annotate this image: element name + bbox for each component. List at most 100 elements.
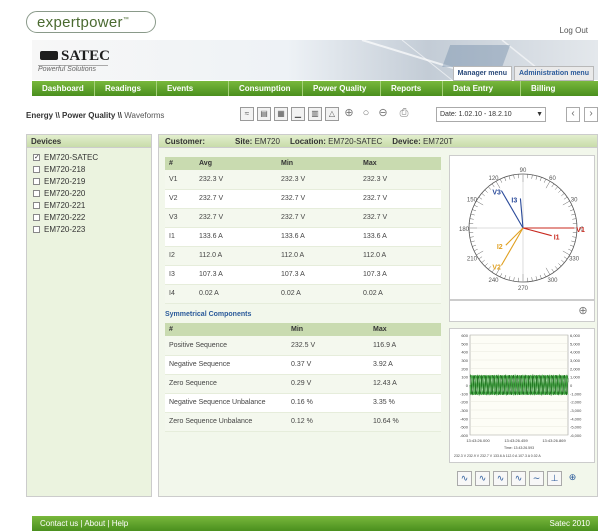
- device-label: EM720-220: [44, 189, 85, 198]
- col-header: Avg: [195, 157, 277, 170]
- table-cell: 116.9 A: [369, 336, 441, 355]
- waveform-time-label: Time: 13:43:26.593: [504, 446, 534, 450]
- waveform-sine-icon[interactable]: ∼: [529, 471, 544, 486]
- tab-manager-menu[interactable]: Manager menu: [453, 66, 512, 81]
- table-cell: 232.7 V: [277, 189, 359, 208]
- waveform-y2-tick: 3,000: [570, 358, 581, 363]
- waveform-v1-icon[interactable]: ∿: [457, 471, 472, 486]
- date-range-select[interactable]: Date: 1.02.10 - 18.2.10 ▼: [436, 107, 546, 122]
- nav-power-quality[interactable]: Power Quality: [302, 81, 380, 96]
- next-button[interactable]: ›: [584, 107, 598, 122]
- logout-link[interactable]: Log Out: [560, 26, 588, 35]
- checkbox[interactable]: [33, 190, 40, 197]
- previous-button[interactable]: ‹: [566, 107, 580, 122]
- table-cell: 107.3 A: [195, 265, 277, 284]
- waveform-axis-icon[interactable]: ⊥: [547, 471, 562, 486]
- company-name: SATEC: [61, 48, 110, 64]
- table-row: I2112.0 A112.0 A112.0 A: [165, 246, 441, 265]
- bar-chart-icon[interactable]: ▁: [291, 107, 305, 121]
- table-cell: 232.7 V: [359, 208, 441, 227]
- table-row: V2232.7 V232.7 V232.7 V: [165, 189, 441, 208]
- table-cell: 107.3 A: [277, 265, 359, 284]
- checkbox-checked[interactable]: ✓: [33, 154, 40, 161]
- phasor-angle-label: 30: [571, 198, 578, 204]
- waveform-view-icon[interactable]: ≈: [240, 107, 254, 121]
- phasor-vector-label: V3: [492, 190, 501, 197]
- table-cell: I2: [165, 246, 195, 265]
- nav-reports[interactable]: Reports: [380, 81, 442, 96]
- waveform-readout: 232.3 V 232.9 V 232.7 V 133.6 A 112.0 A …: [454, 454, 541, 458]
- checkbox[interactable]: [33, 202, 40, 209]
- phasor-zoom-icon[interactable]: ⊕: [576, 305, 590, 319]
- checkbox[interactable]: [33, 226, 40, 233]
- print-icon[interactable]: ⎙: [397, 107, 411, 121]
- table-cell: 0.02 A: [195, 284, 277, 303]
- footer-links[interactable]: Contact us | About | Help: [40, 519, 128, 528]
- waveform-y2-tick: -3,000: [570, 408, 582, 413]
- col-header: Min: [277, 157, 359, 170]
- phasor-diagram: 9060300330300270240210180150120V3I3V1I1V…: [449, 155, 595, 300]
- nav-events[interactable]: Events: [156, 81, 228, 96]
- breadcrumb-current: Waveforms: [124, 111, 164, 120]
- view-toolbar: ≈ ▤ ▦ ▁ ▥ △ ⊕ ○ ⊖ ⎙: [240, 107, 411, 121]
- phasor-angle-label: 270: [518, 286, 529, 292]
- waveform-v3-icon[interactable]: ∿: [493, 471, 508, 486]
- breadcrumb: Energy \\ Power Quality \\ Waveforms: [26, 111, 164, 120]
- waveform-zoom-icon[interactable]: ⊕: [565, 471, 580, 486]
- phasor-icon[interactable]: △: [325, 107, 339, 121]
- table-view-icon[interactable]: ▦: [274, 107, 288, 121]
- waveform-y2-tick: 0: [570, 383, 573, 388]
- device-item[interactable]: EM720-222: [27, 211, 151, 223]
- table-cell: I3: [165, 265, 195, 284]
- expertpower-logo: expertpower™: [26, 11, 156, 33]
- waveform-y-tick: 100: [461, 375, 468, 380]
- harmonics-view-icon[interactable]: ▤: [257, 107, 271, 121]
- phasor-vector-label: V2: [492, 264, 501, 271]
- device-info-bar: Customer: Site: EM720 Location: EM720-SA…: [159, 135, 597, 148]
- table-cell: 133.6 A: [359, 227, 441, 246]
- table-cell: 12.43 A: [369, 374, 441, 393]
- tab-administration-menu[interactable]: Administration menu: [514, 66, 594, 81]
- col-header: #: [165, 157, 195, 170]
- nav-data-entry[interactable]: Data Entry: [442, 81, 520, 96]
- device-item[interactable]: EM720-221: [27, 199, 151, 211]
- logo-text: expertpower: [37, 14, 123, 31]
- waveform-v2-icon[interactable]: ∿: [475, 471, 490, 486]
- nav-dashboard[interactable]: Dashboard: [32, 81, 94, 96]
- satec-mark-icon: [40, 51, 58, 60]
- zoom-out-icon[interactable]: ⊖: [376, 107, 390, 121]
- device-item[interactable]: EM720-219: [27, 175, 151, 187]
- waveform-toolbar: ∿ ∿ ∿ ∿ ∼ ⊥ ⊕: [457, 471, 580, 486]
- phasor-angle-label: 240: [488, 278, 499, 284]
- table-cell: [279, 355, 287, 374]
- table-cell: Zero Sequence Unbalance: [165, 412, 279, 431]
- checkbox[interactable]: [33, 166, 40, 173]
- device-item[interactable]: EM720-223: [27, 223, 151, 235]
- nav-readings[interactable]: Readings: [94, 81, 156, 96]
- checkbox[interactable]: [33, 214, 40, 221]
- zoom-in-icon[interactable]: ⊕: [342, 107, 356, 121]
- symmetrical-title: Symmetrical Components: [165, 311, 251, 318]
- nav-billing[interactable]: Billing: [520, 81, 598, 96]
- table-cell: [279, 393, 287, 412]
- footer-copyright: Satec 2010: [550, 516, 590, 531]
- nav-consumption[interactable]: Consumption: [228, 81, 302, 96]
- devices-title: Devices: [27, 135, 151, 148]
- waveform-i1-icon[interactable]: ∿: [511, 471, 526, 486]
- table-row: Zero Sequence Unbalance0.12 %10.64 %: [165, 412, 441, 431]
- zoom-icon[interactable]: ○: [359, 107, 373, 121]
- table-cell: 0.16 %: [287, 393, 369, 412]
- phasor-vector-label: I2: [497, 244, 503, 251]
- device-item[interactable]: ✓EM720-SATEC: [27, 151, 151, 163]
- checkbox[interactable]: [33, 178, 40, 185]
- device-item[interactable]: EM720-220: [27, 187, 151, 199]
- table-cell: I1: [165, 227, 195, 246]
- device-item[interactable]: EM720-218: [27, 163, 151, 175]
- table-row: V3232.7 V232.7 V232.7 V: [165, 208, 441, 227]
- device-list: ✓EM720-SATEC EM720-218 EM720-219 EM720-2…: [27, 148, 151, 235]
- col-header: Max: [369, 323, 441, 336]
- table-cell: 232.7 V: [195, 208, 277, 227]
- table-cell: Positive Sequence: [165, 336, 279, 355]
- phasor-svg: 9060300330300270240210180150120V3I3V1I1V…: [450, 156, 596, 301]
- report-icon[interactable]: ▥: [308, 107, 322, 121]
